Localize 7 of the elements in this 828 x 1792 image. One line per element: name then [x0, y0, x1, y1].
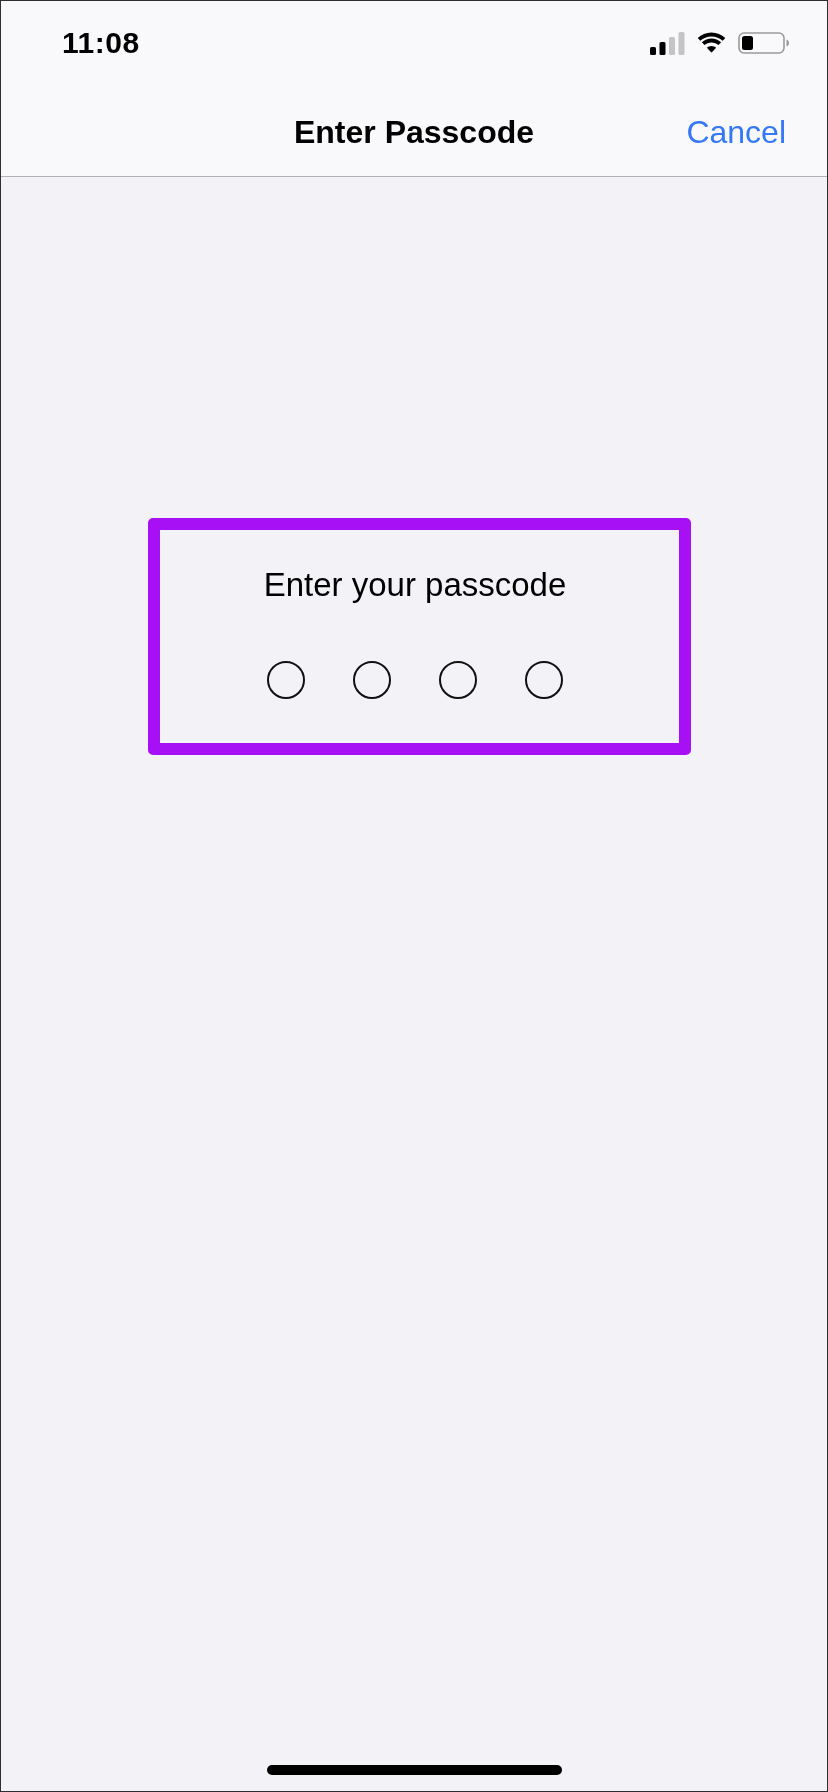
signal-icon: [650, 31, 685, 55]
wifi-icon: [696, 32, 727, 54]
cancel-button[interactable]: Cancel: [686, 114, 786, 151]
nav-title: Enter Passcode: [293, 114, 535, 151]
battery-icon: [738, 32, 790, 54]
status-time: 11:08: [62, 26, 140, 60]
prompt-text: Enter your passcode: [263, 566, 567, 604]
